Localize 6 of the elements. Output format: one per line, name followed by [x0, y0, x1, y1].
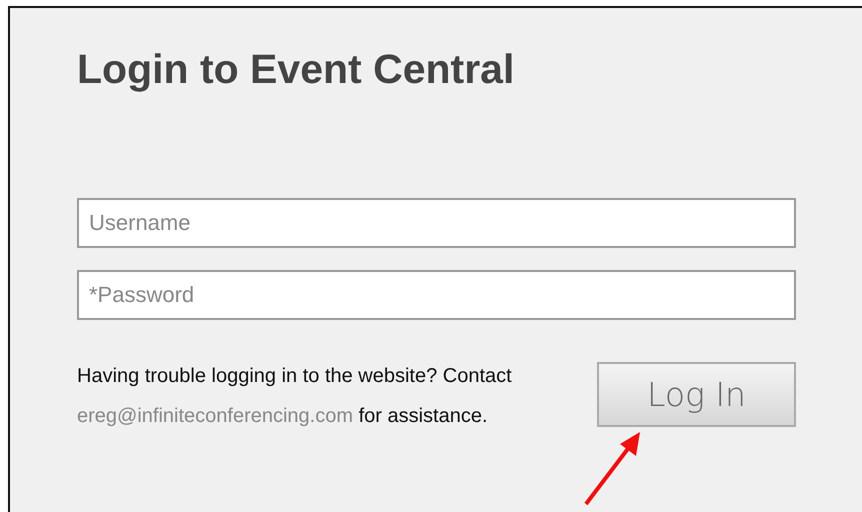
password-field[interactable]: *Password: [77, 270, 796, 320]
username-field[interactable]: Username: [77, 198, 796, 248]
email-link[interactable]: ereg@infiniteconferencing.com: [77, 405, 354, 427]
help-text: Having trouble logging in to the website? Contact ereg@infiniteconferencing.com for assistance.: [77, 364, 513, 429]
login-button[interactable]: Log In: [597, 362, 796, 427]
page-title: Login to Event Central: [77, 45, 516, 94]
